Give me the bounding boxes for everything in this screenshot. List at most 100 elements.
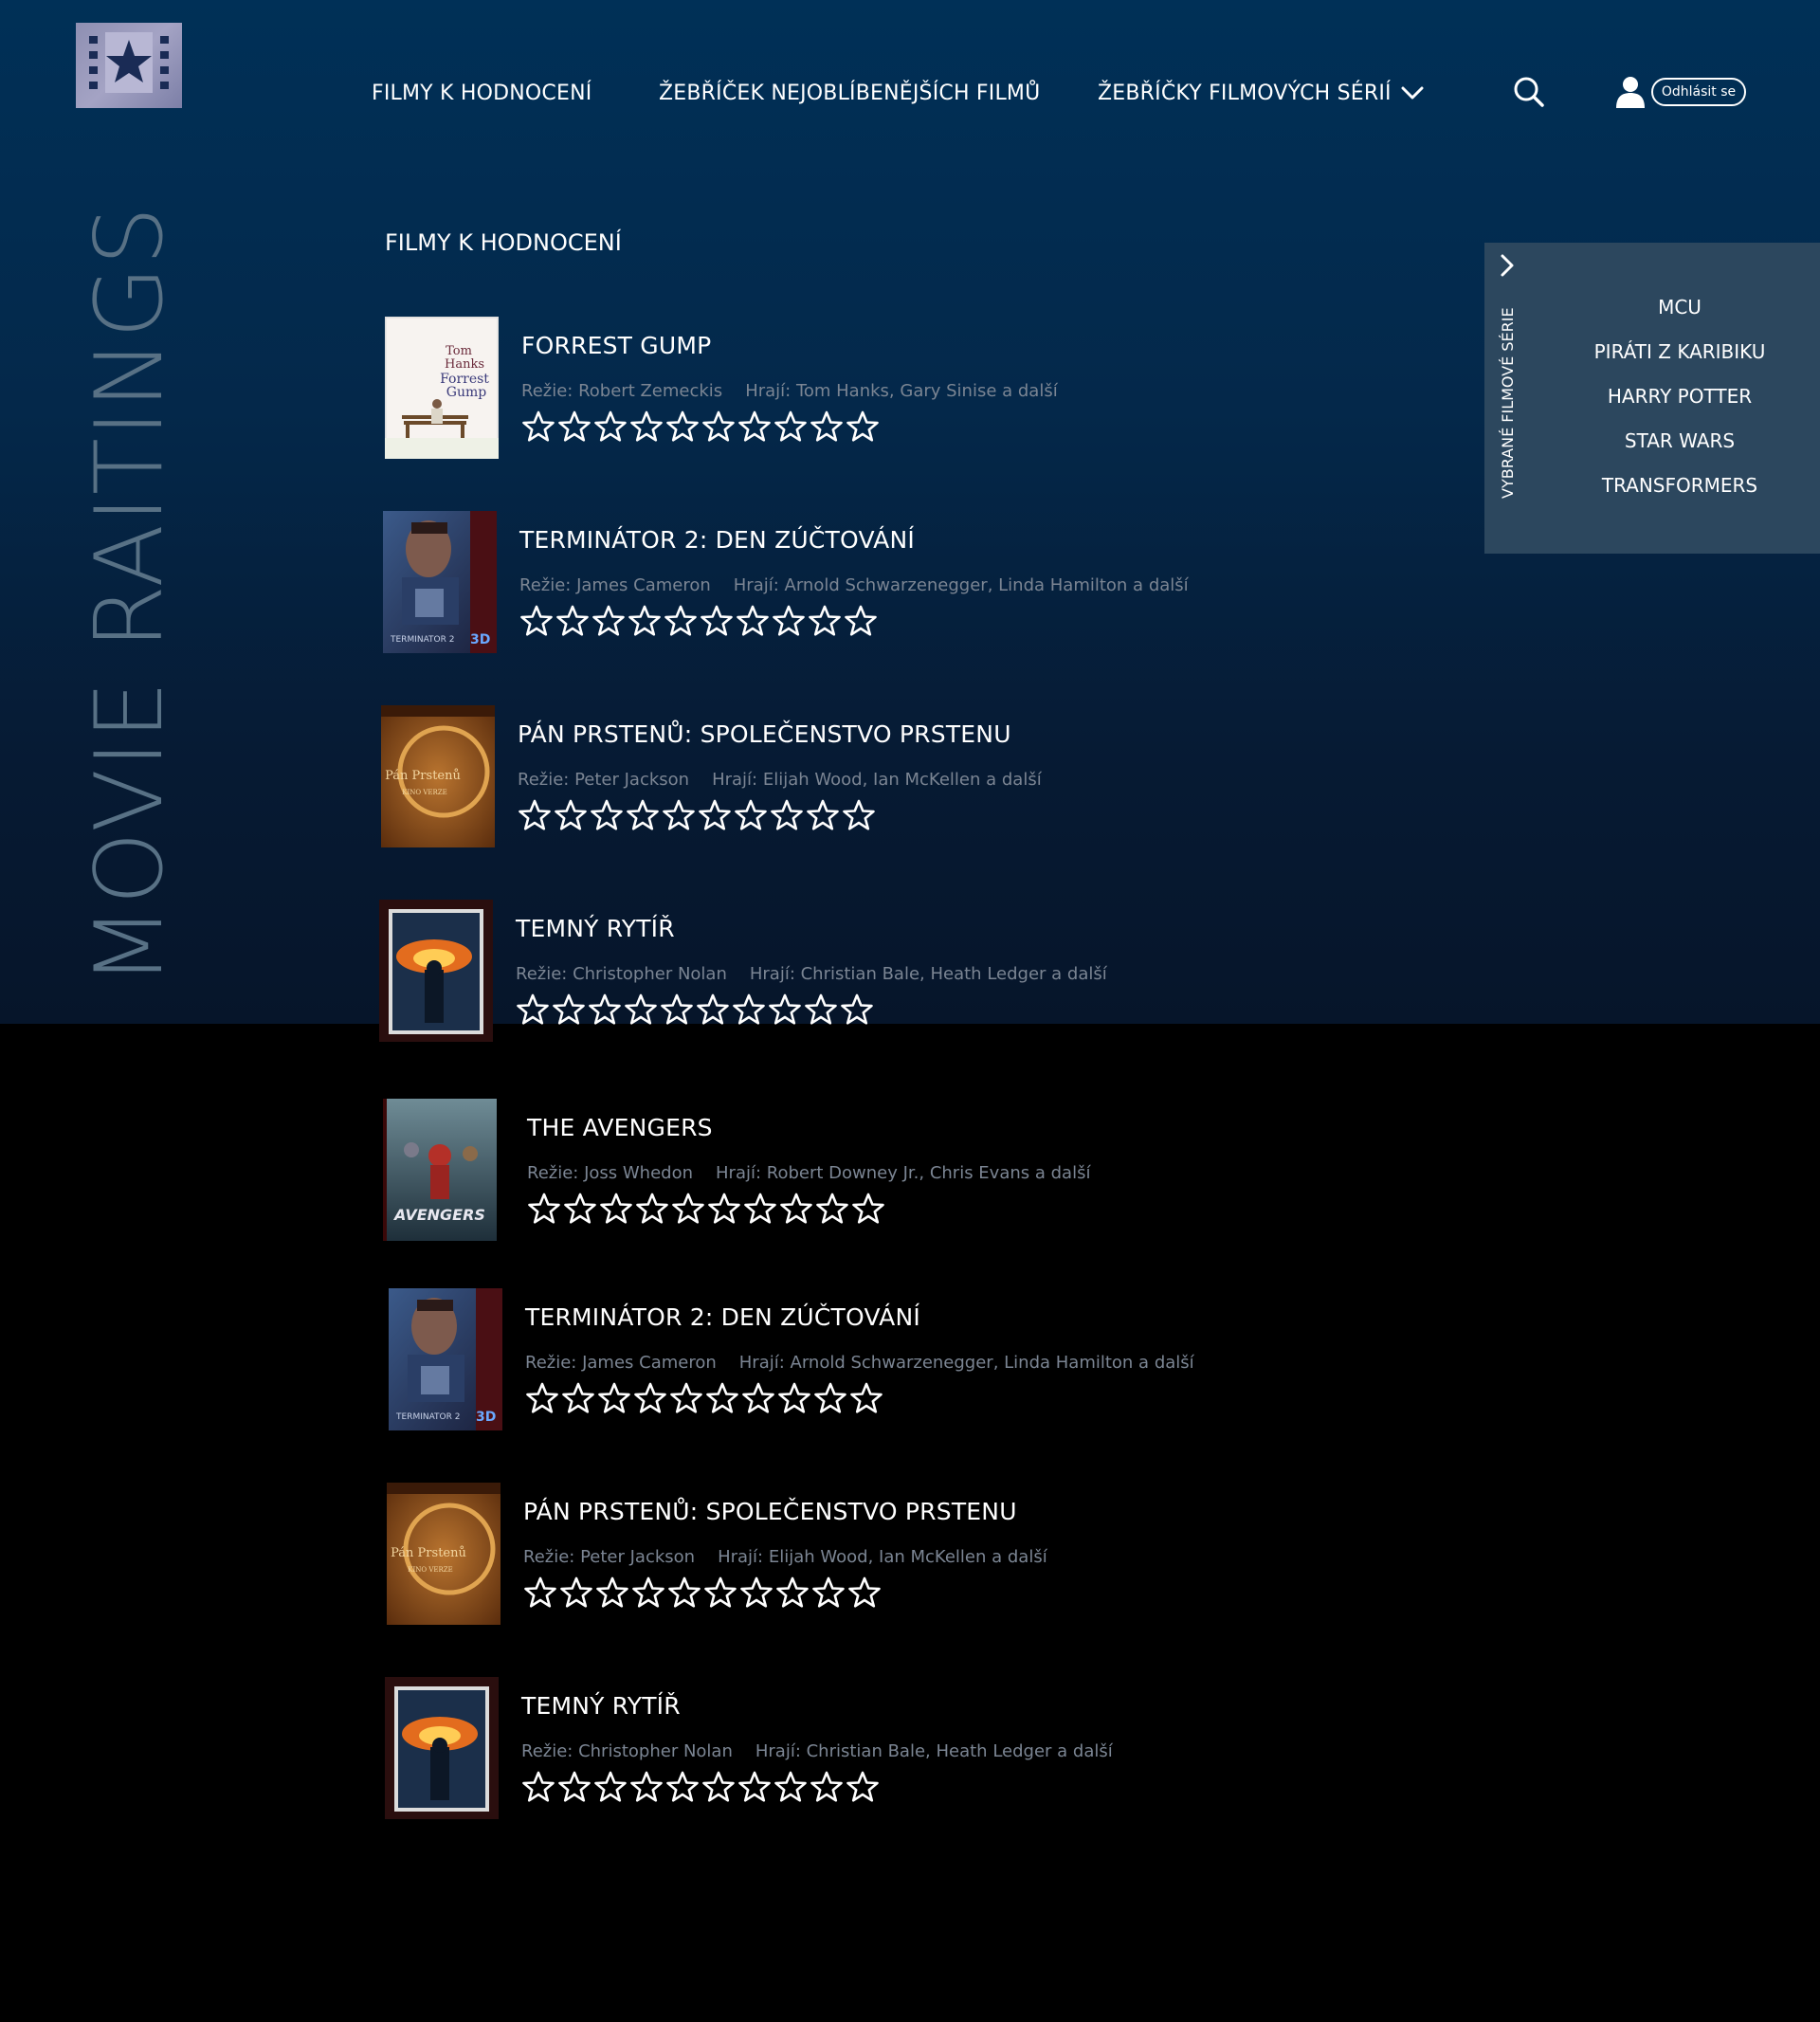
movie-poster[interactable] (385, 1677, 499, 1819)
star-icon[interactable] (743, 1192, 777, 1226)
star-icon[interactable] (741, 1381, 775, 1415)
star-icon[interactable] (595, 1576, 629, 1610)
star-icon[interactable] (626, 798, 660, 832)
star-icon[interactable] (810, 410, 844, 444)
movie-title[interactable]: TERMINÁTOR 2: DEN ZÚČTOVÁNÍ (519, 526, 915, 554)
star-icon[interactable] (736, 604, 770, 638)
star-icon[interactable] (770, 798, 804, 832)
movie-poster[interactable]: Tom Hanks Forrest Gump (385, 317, 499, 459)
star-icon[interactable] (701, 410, 736, 444)
search-icon[interactable] (1513, 76, 1545, 108)
star-icon[interactable] (707, 1192, 741, 1226)
movie-poster[interactable]: TERMINATOR 2 3D (389, 1288, 502, 1430)
star-icon[interactable] (842, 798, 876, 832)
star-icon[interactable] (847, 1576, 882, 1610)
star-icon[interactable] (671, 1192, 705, 1226)
star-icon[interactable] (768, 993, 802, 1027)
star-icon[interactable] (667, 1576, 701, 1610)
star-icon[interactable] (628, 604, 662, 638)
star-icon[interactable] (813, 1381, 847, 1415)
star-icon[interactable] (734, 798, 768, 832)
star-icon[interactable] (739, 1576, 774, 1610)
movie-poster[interactable]: Pán Prstenů KINO VERZE (381, 705, 495, 847)
movie-title[interactable]: TEMNÝ RYTÍŘ (521, 1692, 681, 1720)
star-icon[interactable] (563, 1192, 597, 1226)
movie-title[interactable]: FORREST GUMP (521, 332, 711, 359)
nav-item-movies-to-rate[interactable]: FILMY K HODNOCENÍ (372, 82, 592, 105)
star-icon[interactable] (808, 604, 842, 638)
star-icon[interactable] (701, 1770, 736, 1804)
star-icon[interactable] (772, 604, 806, 638)
star-icon[interactable] (523, 1576, 557, 1610)
user-icon[interactable] (1615, 76, 1646, 108)
star-icon[interactable] (779, 1192, 813, 1226)
star-icon[interactable] (810, 1770, 844, 1804)
movie-poster[interactable] (379, 900, 493, 1042)
star-icon[interactable] (592, 604, 626, 638)
star-icon[interactable] (631, 1576, 665, 1610)
star-icon[interactable] (846, 1770, 880, 1804)
series-item-star-wars[interactable]: STAR WARS (1560, 429, 1799, 474)
star-icon[interactable] (774, 410, 808, 444)
star-icon[interactable] (846, 410, 880, 444)
star-icon[interactable] (669, 1381, 703, 1415)
movie-poster[interactable]: Pán Prstenů KINO VERZE (387, 1483, 500, 1625)
nav-item-series-rankings-dropdown[interactable]: ŽEBŘÍČKY FILMOVÝCH SÉRIÍ (1098, 82, 1424, 105)
star-icon[interactable] (700, 604, 734, 638)
star-icon[interactable] (703, 1576, 737, 1610)
star-icon[interactable] (599, 1192, 633, 1226)
star-icon[interactable] (849, 1381, 883, 1415)
movie-poster[interactable]: TERMINATOR 2 3D (383, 511, 497, 653)
star-icon[interactable] (732, 993, 766, 1027)
star-icon[interactable] (629, 1770, 664, 1804)
movie-poster[interactable]: AVENGERS (383, 1099, 497, 1241)
star-icon[interactable] (815, 1192, 849, 1226)
series-item-harry-potter[interactable]: HARRY POTTER (1560, 385, 1799, 429)
nav-item-most-popular-ranking[interactable]: ŽEBŘÍČEK NEJOBLÍBENĚJŠÍCH FILMŮ (659, 82, 1040, 105)
star-icon[interactable] (737, 1770, 772, 1804)
star-icon[interactable] (696, 993, 730, 1027)
star-icon[interactable] (811, 1576, 846, 1610)
star-icon[interactable] (554, 798, 588, 832)
star-icon[interactable] (590, 798, 624, 832)
star-icon[interactable] (557, 1770, 592, 1804)
star-icon[interactable] (662, 798, 696, 832)
logout-button[interactable]: Odhlásit se (1651, 78, 1746, 106)
star-icon[interactable] (561, 1381, 595, 1415)
series-item-pirates[interactable]: PIRÁTI Z KARIBIKU (1560, 340, 1799, 385)
star-icon[interactable] (518, 798, 552, 832)
movie-title[interactable]: TEMNÝ RYTÍŘ (516, 915, 675, 942)
star-icon[interactable] (665, 1770, 700, 1804)
series-item-transformers[interactable]: TRANSFORMERS (1560, 474, 1799, 519)
star-icon[interactable] (516, 993, 550, 1027)
star-icon[interactable] (635, 1192, 669, 1226)
star-icon[interactable] (527, 1192, 561, 1226)
star-icon[interactable] (519, 604, 554, 638)
star-icon[interactable] (633, 1381, 667, 1415)
movie-title[interactable]: PÁN PRSTENŮ: SPOLEČENSTVO PRSTENU (523, 1498, 1017, 1525)
star-icon[interactable] (660, 993, 694, 1027)
star-icon[interactable] (844, 604, 878, 638)
star-icon[interactable] (521, 1770, 555, 1804)
star-icon[interactable] (624, 993, 658, 1027)
star-icon[interactable] (559, 1576, 593, 1610)
movie-title[interactable]: TERMINÁTOR 2: DEN ZÚČTOVÁNÍ (525, 1303, 920, 1331)
star-icon[interactable] (705, 1381, 739, 1415)
star-icon[interactable] (629, 410, 664, 444)
star-icon[interactable] (593, 410, 628, 444)
star-icon[interactable] (557, 410, 592, 444)
logo[interactable] (76, 23, 182, 108)
star-icon[interactable] (840, 993, 874, 1027)
star-icon[interactable] (521, 410, 555, 444)
star-icon[interactable] (777, 1381, 811, 1415)
chevron-right-icon[interactable] (1494, 252, 1520, 279)
star-icon[interactable] (664, 604, 698, 638)
star-icon[interactable] (552, 993, 586, 1027)
series-item-mcu[interactable]: MCU (1560, 296, 1799, 340)
star-icon[interactable] (698, 798, 732, 832)
star-icon[interactable] (525, 1381, 559, 1415)
star-icon[interactable] (597, 1381, 631, 1415)
star-icon[interactable] (665, 410, 700, 444)
star-icon[interactable] (588, 993, 622, 1027)
movie-title[interactable]: PÁN PRSTENŮ: SPOLEČENSTVO PRSTENU (518, 720, 1011, 748)
